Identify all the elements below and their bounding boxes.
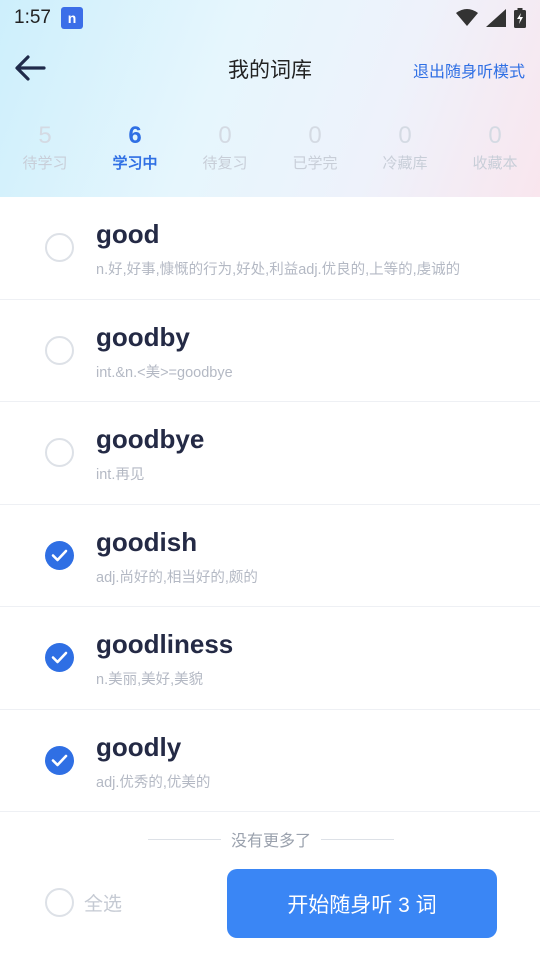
select-all-checkbox[interactable] xyxy=(45,888,74,917)
word-checkbox-checked[interactable] xyxy=(45,540,74,570)
stat-label: 收藏本 xyxy=(472,155,518,172)
select-all-toggle[interactable]: 全选 xyxy=(45,888,122,917)
checkmark-icon xyxy=(51,754,68,766)
stat-label: 待复习 xyxy=(202,155,248,172)
stat-label: 冷藏库 xyxy=(382,155,428,172)
tab-learning[interactable]: 6 学习中 xyxy=(90,120,180,180)
word-text: goodliness xyxy=(96,629,234,659)
stat-count: 0 xyxy=(398,122,412,149)
status-bar: 1:57 n xyxy=(0,0,540,36)
select-all-label: 全选 xyxy=(84,894,123,915)
word-text: goodbye xyxy=(96,424,205,454)
battery-icon xyxy=(514,8,526,28)
tab-to-learn[interactable]: 5 待学习 xyxy=(0,120,90,180)
cell-signal-icon xyxy=(486,9,506,27)
exit-listen-mode-link[interactable]: 退出随身听模式 xyxy=(413,58,525,82)
no-more-divider: 没有更多了 xyxy=(148,827,395,851)
word-row[interactable]: goodish adj.尚好的,相当好的,颇的 xyxy=(0,505,540,607)
stat-count: 0 xyxy=(218,122,232,149)
word-definition: int.&n.<美>=goodbye xyxy=(96,364,233,381)
word-definition: adj.优秀的,优美的 xyxy=(96,774,211,791)
checkmark-icon xyxy=(51,651,68,664)
tab-to-review[interactable]: 0 待复习 xyxy=(180,120,270,180)
word-checkbox[interactable] xyxy=(45,335,74,365)
tab-favorites[interactable]: 0 收藏本 xyxy=(450,120,540,180)
word-row[interactable]: goodbye int.再见 xyxy=(0,402,540,505)
stat-label: 已学完 xyxy=(292,155,338,172)
start-listening-button[interactable]: 开始随身听 3 词 xyxy=(227,869,497,938)
word-definition: n.美丽,美好,美貌 xyxy=(96,672,204,688)
divider-line xyxy=(148,838,221,840)
app-notification-icon: n xyxy=(60,7,83,29)
word-text: good xyxy=(96,219,160,249)
wifi-icon xyxy=(456,9,478,26)
stats-tabs: 5 待学习 6 学习中 0 待复习 0 已学完 0 冷藏库 0 收藏本 xyxy=(0,120,540,180)
word-text: goodish xyxy=(96,526,198,557)
word-definition: n.好,好事,慷慨的行为,好处,利益adj.优良的,上等的,虔诚的 xyxy=(96,262,461,278)
nav-bar: 我的词库 退出随身听模式 xyxy=(0,44,540,92)
word-checkbox-checked[interactable] xyxy=(45,643,74,672)
checkmark-icon xyxy=(51,549,68,561)
word-definition: int.再见 xyxy=(96,467,145,483)
word-checkbox-checked[interactable] xyxy=(45,745,74,775)
word-checkbox[interactable] xyxy=(45,233,74,262)
stat-count: 0 xyxy=(308,122,322,149)
word-text: goodly xyxy=(96,731,182,762)
word-text: goodby xyxy=(96,321,190,352)
word-row[interactable]: good n.好,好事,慷慨的行为,好处,利益adj.优良的,上等的,虔诚的 xyxy=(0,197,540,300)
word-checkbox[interactable] xyxy=(45,438,74,467)
stat-label: 学习中 xyxy=(112,155,158,172)
divider-line xyxy=(321,838,395,840)
status-icons xyxy=(456,8,526,28)
word-row[interactable]: goodliness n.美丽,美好,美貌 xyxy=(0,607,540,710)
stat-label: 待学习 xyxy=(22,155,68,172)
tab-finished[interactable]: 0 已学完 xyxy=(270,120,360,180)
word-list: good n.好,好事,慷慨的行为,好处,利益adj.优良的,上等的,虔诚的 g… xyxy=(0,197,540,812)
stat-count: 5 xyxy=(38,122,52,149)
tab-cold-storage[interactable]: 0 冷藏库 xyxy=(360,120,450,180)
stat-count: 6 xyxy=(128,122,142,149)
stat-count: 0 xyxy=(488,122,502,149)
word-row[interactable]: goodby int.&n.<美>=goodbye xyxy=(0,300,540,402)
word-definition: adj.尚好的,相当好的,颇的 xyxy=(96,569,258,586)
status-time: 1:57 xyxy=(14,7,51,28)
word-row[interactable]: goodly adj.优秀的,优美的 xyxy=(0,710,540,812)
no-more-text: 没有更多了 xyxy=(231,833,312,850)
